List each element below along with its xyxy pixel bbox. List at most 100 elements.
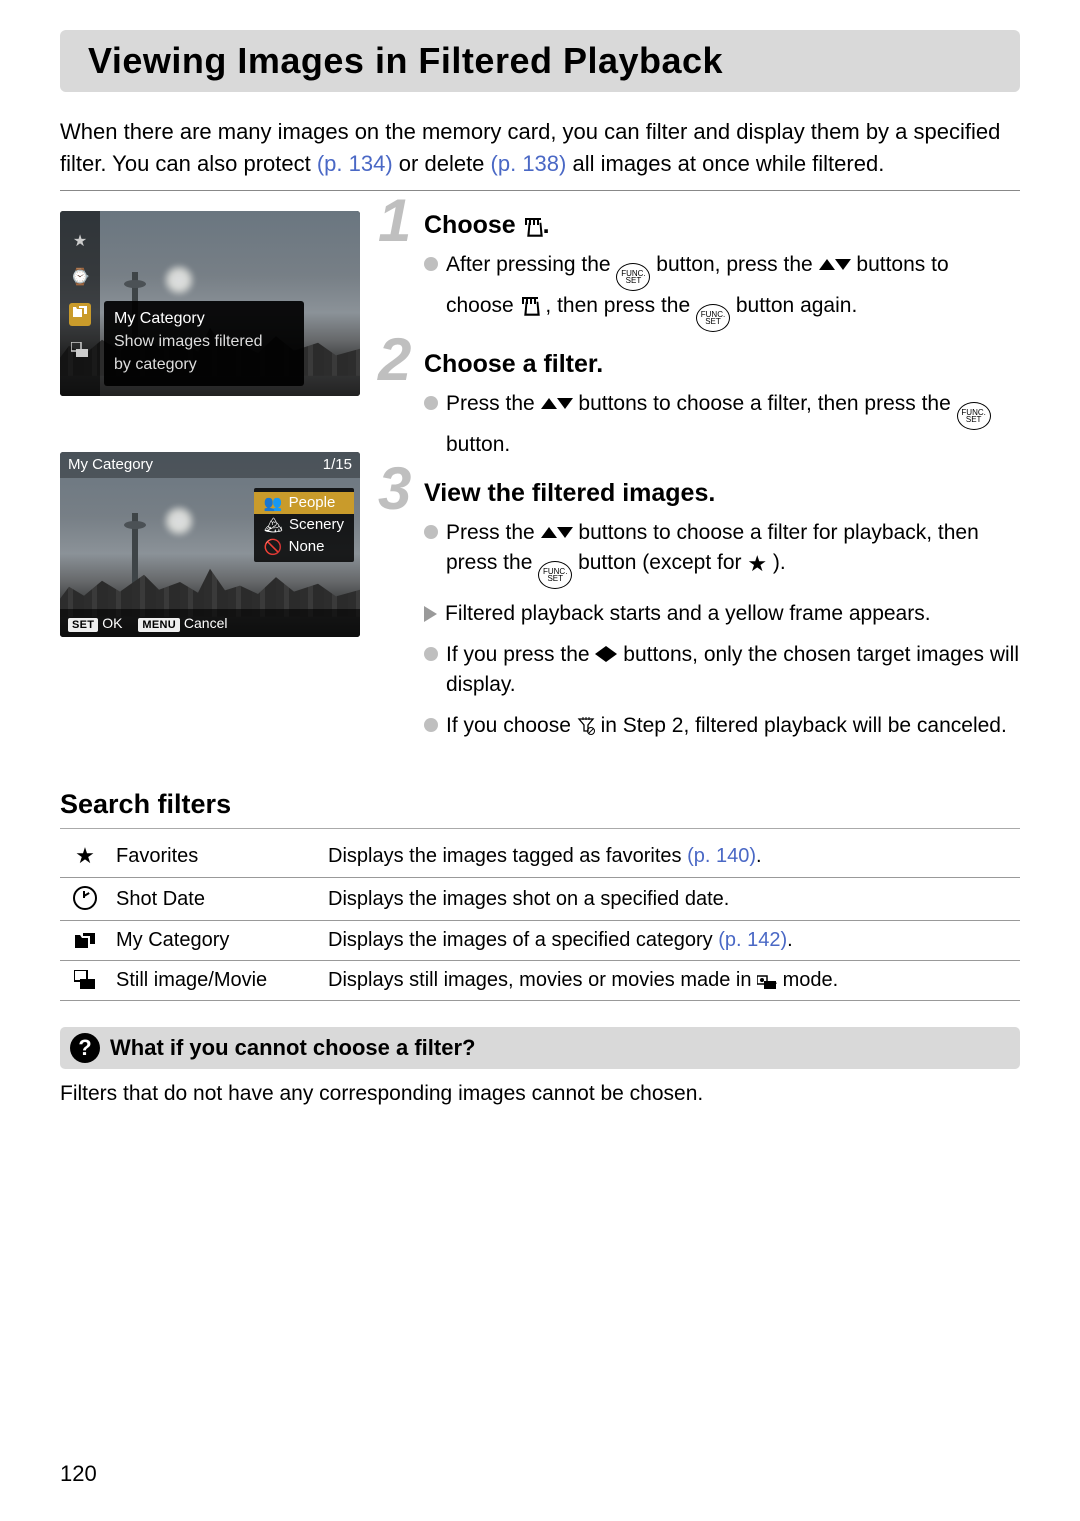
step-heading: Choose a filter.	[424, 350, 1020, 379]
head-text: .	[543, 211, 550, 239]
filter-name: Shot Date	[110, 878, 322, 921]
page: Viewing Images in Filtered Playback When…	[0, 0, 1080, 1521]
up-arrow-icon	[541, 398, 557, 409]
cancel-filter-icon	[577, 714, 595, 732]
category-list: 👥 People 🏔Scenery 🚫None	[254, 488, 354, 562]
bullet-text: Filtered playback starts and a yellow fr…	[445, 599, 931, 629]
intro-part3: all images at once while filtered.	[572, 151, 884, 176]
star-icon: ★	[73, 231, 87, 251]
question-box-header: ? What if you cannot choose a filter?	[60, 1027, 1020, 1069]
step-body: Press the buttons to choose a filter for…	[424, 518, 1020, 741]
people-icon: 👥	[264, 494, 283, 512]
popup-line1: Show images filtered	[114, 330, 294, 353]
still-movie-icon	[60, 961, 110, 1001]
filter-desc: Displays the images tagged as favorites …	[322, 835, 1020, 878]
divider	[60, 828, 1020, 829]
bullet: After pressing the FUNC.SET button, pres…	[424, 250, 1020, 332]
step-number: 1	[378, 191, 411, 251]
page-number: 120	[60, 1461, 97, 1487]
question-mark-icon: ?	[70, 1033, 100, 1063]
bullet-text: After pressing the FUNC.SET button, pres…	[446, 250, 1020, 332]
question-body: Filters that do not have any correspondi…	[60, 1079, 1020, 1108]
set-tag: SET	[68, 618, 98, 632]
step-body: After pressing the FUNC.SET button, pres…	[424, 250, 1020, 332]
step-1: 1 Choose . After pressing the FUNC.SET b…	[384, 211, 1020, 332]
popup-line2: by category	[114, 353, 294, 376]
step-number: 3	[378, 459, 411, 519]
filter-icon	[520, 296, 540, 316]
right-column: 1 Choose . After pressing the FUNC.SET b…	[384, 211, 1020, 759]
camera-screenshot-2: My Category 1/15 👥People 🏔Scenery 🚫None …	[60, 452, 360, 637]
right-arrow-icon	[606, 646, 617, 662]
table-row: Still image/Movie Displays still images,…	[60, 961, 1020, 1001]
step-2: 2 Choose a filter. Press the buttons to …	[384, 350, 1020, 461]
step-heading: View the filtered images.	[424, 479, 1020, 508]
up-arrow-icon	[819, 259, 835, 270]
bullet-text: Press the buttons to choose a filter for…	[446, 518, 1020, 590]
camera-screenshot-1: ★ ⌚ My Category Show images filtered by …	[60, 211, 360, 396]
link-p142[interactable]: (p. 142)	[718, 929, 787, 951]
list-item: 👥 People	[254, 492, 354, 514]
cancel-label: Cancel	[184, 615, 228, 631]
step-number: 2	[378, 330, 411, 390]
list-item: 🏔Scenery	[254, 514, 354, 536]
head-text: Choose	[424, 211, 523, 239]
step-body: Press the buttons to choose a filter, th…	[424, 389, 1020, 461]
clock-icon: ⌚	[70, 267, 90, 287]
filter-name: Favorites	[110, 835, 322, 878]
my-category-icon	[60, 921, 110, 961]
still-movie-icon	[71, 342, 89, 363]
scenery-icon: 🏔	[264, 516, 283, 534]
func-set-icon: FUNC.SET	[957, 402, 991, 430]
body-area: ★ ⌚ My Category Show images filtered by …	[60, 211, 1020, 759]
table-row: Shot Date Displays the images shot on a …	[60, 878, 1020, 921]
side-icon-strip: ★ ⌚	[60, 211, 100, 396]
question-title: What if you cannot choose a filter?	[110, 1035, 475, 1061]
bullet: Press the buttons to choose a filter for…	[424, 518, 1020, 590]
favorites-star-icon: ★	[60, 835, 110, 878]
filter-desc: Displays still images, movies or movies …	[322, 961, 1020, 1001]
list-item: 🚫None	[254, 536, 354, 558]
filter-name: Still image/Movie	[110, 961, 322, 1001]
top-bar: My Category 1/15	[60, 452, 360, 478]
filter-name: My Category	[110, 921, 322, 961]
link-p138[interactable]: (p. 138)	[491, 151, 567, 176]
down-arrow-icon	[835, 259, 851, 270]
page-title: Viewing Images in Filtered Playback	[60, 30, 1020, 92]
bullet-dot-icon	[424, 647, 438, 661]
bullet: Press the buttons to choose a filter, th…	[424, 389, 1020, 461]
list-item-label: People	[289, 494, 336, 511]
left-arrow-icon	[595, 646, 606, 662]
left-column: ★ ⌚ My Category Show images filtered by …	[60, 211, 360, 759]
top-count: 1/15	[323, 456, 352, 473]
digest-mode-icon	[757, 969, 777, 991]
intro-paragraph: When there are many images on the memory…	[60, 116, 1020, 180]
func-set-icon: FUNC.SET	[616, 263, 650, 291]
bullet: Filtered playback starts and a yellow fr…	[424, 599, 1020, 629]
ok-label: OK	[102, 615, 122, 631]
result-arrow-icon	[424, 606, 437, 622]
filter-icon	[523, 217, 543, 237]
bullet-dot-icon	[424, 257, 438, 271]
func-set-icon: FUNC.SET	[696, 304, 730, 332]
category-icon	[69, 303, 91, 326]
bullet: If you choose in Step 2, filtered playba…	[424, 711, 1020, 741]
link-p140[interactable]: (p. 140)	[687, 845, 756, 867]
link-p134[interactable]: (p. 134)	[317, 151, 393, 176]
down-arrow-icon	[557, 527, 573, 538]
steps: 1 Choose . After pressing the FUNC.SET b…	[384, 211, 1020, 741]
bullet-text: If you press the buttons, only the chose…	[446, 640, 1020, 701]
top-title: My Category	[68, 456, 153, 473]
bullet-dot-icon	[424, 718, 438, 732]
func-set-icon: FUNC.SET	[538, 561, 572, 589]
bullet-text: Press the buttons to choose a filter, th…	[446, 389, 1020, 461]
divider	[60, 190, 1020, 191]
bullet-dot-icon	[424, 525, 438, 539]
intro-part2: or delete	[399, 151, 491, 176]
search-filters-heading: Search filters	[60, 789, 1020, 820]
down-arrow-icon	[557, 398, 573, 409]
filters-table: ★ Favorites Displays the images tagged a…	[60, 835, 1020, 1001]
bullet-text: If you choose in Step 2, filtered playba…	[446, 711, 1007, 741]
step-3: 3 View the filtered images. Press the bu…	[384, 479, 1020, 741]
table-row: ★ Favorites Displays the images tagged a…	[60, 835, 1020, 878]
